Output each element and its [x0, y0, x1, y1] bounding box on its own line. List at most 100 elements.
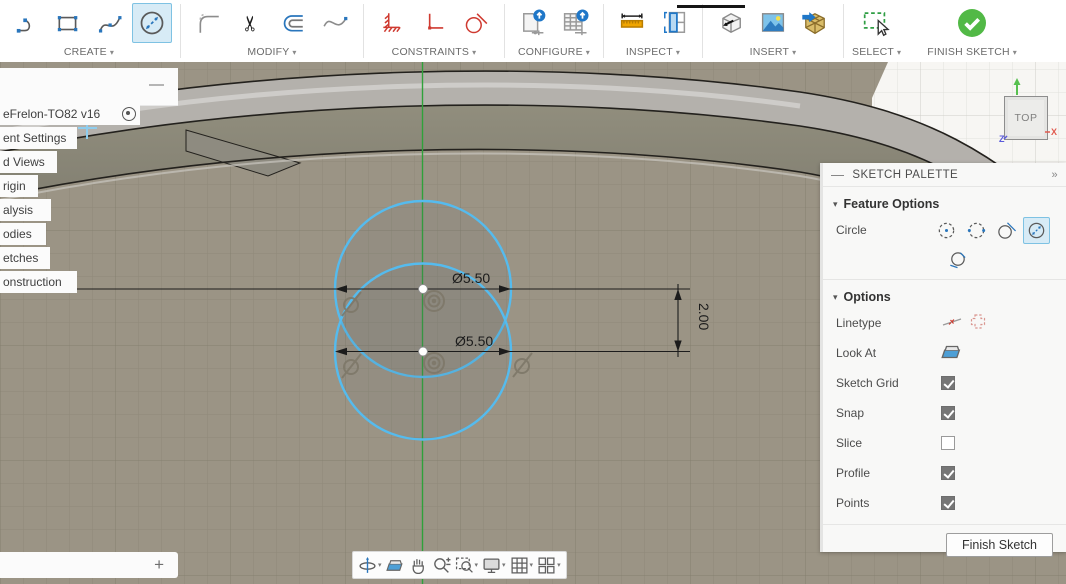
section-analysis-icon[interactable]: [654, 3, 694, 43]
rectangle-icon[interactable]: [48, 3, 88, 43]
dimension-value-vertical[interactable]: 2.00: [696, 303, 712, 330]
configure-table-icon[interactable]: [555, 3, 595, 43]
toolbar-group-modify: ✂ MODIFY▾: [183, 0, 361, 62]
inspect-menu[interactable]: INSPECT▾: [612, 44, 694, 60]
line-icon[interactable]: [6, 3, 46, 43]
sketch-palette-header[interactable]: — SKETCH PALETTE »: [823, 163, 1066, 187]
points-checkbox[interactable]: [941, 496, 955, 510]
center-diameter-circle-icon[interactable]: [1023, 217, 1050, 244]
viewcube[interactable]: TOP: [1004, 96, 1048, 140]
chevron-down-icon[interactable]: ▾: [557, 561, 561, 569]
browser-expand-bar[interactable]: +: [0, 552, 178, 578]
fix-constraint-icon[interactable]: [372, 3, 412, 43]
slice-checkbox[interactable]: [941, 436, 955, 450]
sketch-grid-checkbox[interactable]: [941, 376, 955, 390]
circle-center-point-top[interactable]: [419, 285, 428, 294]
zoom-window-button[interactable]: ▾: [455, 556, 479, 575]
centerline-icon[interactable]: [967, 311, 989, 336]
slice-label: Slice: [836, 436, 941, 450]
finish-sketch-check-icon[interactable]: [952, 3, 992, 43]
viewcube-face-label[interactable]: TOP: [1015, 112, 1038, 124]
toolbar-divider: [180, 4, 181, 58]
select-menu[interactable]: SELECT▾: [852, 44, 901, 60]
browser-title-bar[interactable]: —: [0, 68, 178, 106]
top-toolbar: CREATE▾ ✂: [0, 0, 1066, 62]
feature-options-section-header[interactable]: ▾ Feature Options: [823, 187, 1066, 215]
create-menu[interactable]: CREATE▾: [6, 44, 172, 60]
orbit-button[interactable]: ▾: [358, 556, 382, 575]
curve-icon[interactable]: [315, 3, 355, 43]
insert-menu[interactable]: INSERT▾: [711, 44, 835, 60]
palette-footer: Finish Sketch: [823, 524, 1066, 557]
perpendicular-constraint-icon[interactable]: [414, 3, 454, 43]
tangent-constraint-icon[interactable]: [456, 3, 496, 43]
sidebar-item-bodies[interactable]: odies: [0, 223, 46, 245]
chevron-down-icon: ▾: [472, 48, 476, 57]
profile-checkbox[interactable]: [941, 466, 955, 480]
visibility-radio-icon[interactable]: [122, 107, 136, 121]
insert-derive-icon[interactable]: [711, 3, 751, 43]
sidebar-item-sketches[interactable]: etches: [0, 247, 50, 269]
chevron-down-icon: ▾: [833, 292, 838, 303]
sketch-palette-panel: — SKETCH PALETTE » ▾ Feature Options Cir…: [820, 163, 1066, 552]
collapse-right-icon[interactable]: »: [1051, 169, 1058, 181]
offset-icon[interactable]: [273, 3, 313, 43]
circle-type-options: [933, 215, 1066, 245]
canvas-image-icon[interactable]: [753, 3, 793, 43]
points-row: Points: [823, 488, 1066, 518]
look-at-button[interactable]: [386, 556, 405, 575]
viewports-button[interactable]: ▾: [537, 556, 561, 575]
two-tangent-circle-icon[interactable]: [993, 217, 1020, 244]
grid-display-button[interactable]: ▾: [510, 556, 534, 575]
chevron-down-icon[interactable]: ▾: [530, 561, 534, 569]
options-section-header[interactable]: ▾ Options: [823, 280, 1066, 308]
sidebar-item-origin[interactable]: rigin: [0, 175, 38, 197]
measure-icon[interactable]: [612, 3, 652, 43]
toolbar-group-inspect: INSPECT▾: [606, 0, 700, 62]
center-point-circle-icon[interactable]: [933, 217, 960, 244]
toolbar-divider: [363, 4, 364, 58]
finish-sketch-menu[interactable]: FINISH SKETCH▾: [927, 44, 1017, 60]
navigation-bar: ▾ ▾ ▾: [352, 551, 567, 579]
sidebar-item-construction[interactable]: onstruction: [0, 271, 77, 293]
browser-document-title[interactable]: eFrelon-TO82 v16: [0, 103, 140, 125]
snap-row: Snap: [823, 398, 1066, 428]
construction-line-icon[interactable]: [941, 311, 963, 336]
select-box-icon[interactable]: [857, 3, 897, 43]
three-tangent-circle-icon[interactable]: [944, 246, 971, 273]
dimension-value-bottom[interactable]: Ø5.50: [455, 333, 493, 349]
fillet-icon[interactable]: [189, 3, 229, 43]
sketch-geometry[interactable]: [335, 201, 511, 440]
look-at-icon[interactable]: [941, 341, 963, 366]
circle-icon[interactable]: [132, 3, 172, 43]
configure-feature-icon[interactable]: [513, 3, 553, 43]
circle-center-point-bottom[interactable]: [419, 347, 428, 356]
chevron-down-icon[interactable]: ▾: [378, 561, 382, 569]
chevron-down-icon[interactable]: ▾: [475, 561, 479, 569]
snap-label: Snap: [836, 406, 941, 420]
plus-icon[interactable]: +: [154, 555, 164, 575]
spline-icon[interactable]: [90, 3, 130, 43]
display-settings-button[interactable]: ▾: [482, 556, 506, 575]
configure-menu[interactable]: CONFIGURE▾: [513, 44, 595, 60]
sidebar-item-analysis[interactable]: alysis: [0, 199, 51, 221]
trim-scissors-icon[interactable]: ✂: [231, 3, 271, 43]
snap-checkbox[interactable]: [941, 406, 955, 420]
pan-button[interactable]: [409, 556, 428, 575]
toolbar-divider: [504, 4, 505, 58]
linetype-row: Linetype: [823, 308, 1066, 338]
chevron-down-icon[interactable]: ▾: [502, 561, 506, 569]
sidebar-item-named-views[interactable]: d Views: [0, 151, 57, 173]
sidebar-item-document-settings[interactable]: ent Settings: [0, 127, 77, 149]
chevron-down-icon: ▾: [792, 48, 796, 57]
minimize-icon[interactable]: —: [149, 76, 164, 93]
finish-sketch-button[interactable]: Finish Sketch: [946, 533, 1053, 557]
dimension-value-top[interactable]: Ø5.50: [452, 270, 490, 286]
insert-mesh-icon[interactable]: [795, 3, 835, 43]
two-point-circle-icon[interactable]: [963, 217, 990, 244]
minimize-icon[interactable]: —: [831, 167, 844, 182]
modify-menu[interactable]: MODIFY▾: [189, 44, 355, 60]
constraints-menu[interactable]: CONSTRAINTS▾: [372, 44, 496, 60]
toolbar-group-finish-sketch: FINISH SKETCH▾: [921, 0, 1023, 62]
zoom-button[interactable]: [432, 556, 451, 575]
